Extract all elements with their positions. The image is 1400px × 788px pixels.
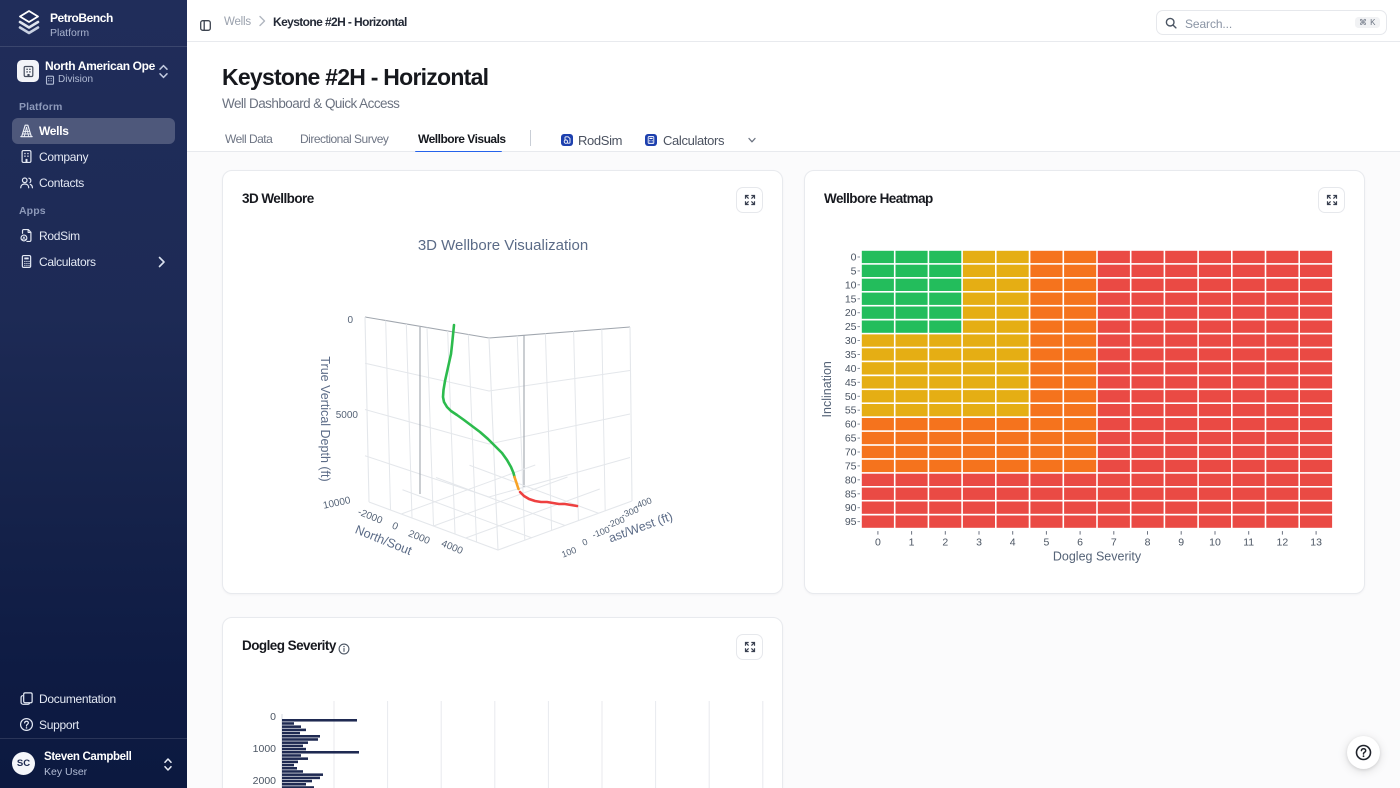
svg-text:0: 0: [390, 521, 400, 533]
svg-text:1: 1: [909, 537, 915, 549]
svg-text:10: 10: [845, 279, 857, 291]
svg-text:13: 13: [1310, 537, 1322, 549]
svg-text:Dogleg Severity: Dogleg Severity: [1053, 550, 1142, 564]
svg-text:65: 65: [845, 433, 857, 445]
svg-text:2: 2: [942, 537, 948, 549]
svg-text:70: 70: [845, 447, 857, 459]
svg-text:1000: 1000: [253, 743, 277, 755]
svg-text:5: 5: [1043, 537, 1049, 549]
svg-text:12: 12: [1277, 537, 1289, 549]
svg-text:11: 11: [1243, 537, 1254, 549]
svg-text:3D Wellbore Visualization: 3D Wellbore Visualization: [418, 237, 588, 254]
svg-text:5: 5: [851, 265, 857, 277]
svg-text:2000: 2000: [253, 775, 277, 787]
svg-text:25: 25: [845, 321, 857, 333]
svg-text:30: 30: [845, 335, 857, 347]
svg-text:Inclination: Inclination: [820, 361, 834, 417]
svg-text:10000: 10000: [322, 495, 352, 512]
svg-text:55: 55: [845, 405, 857, 417]
svg-text:8: 8: [1145, 537, 1151, 549]
svg-text:95: 95: [845, 516, 857, 528]
svg-text:75: 75: [845, 460, 857, 472]
svg-text:50: 50: [845, 391, 857, 403]
svg-text:ast/West (ft): ast/West (ft): [607, 509, 675, 545]
svg-text:5000: 5000: [336, 410, 359, 421]
svg-text:0: 0: [581, 537, 589, 548]
svg-text:80: 80: [845, 474, 857, 486]
svg-text:90: 90: [845, 502, 857, 514]
svg-text:100: 100: [560, 545, 578, 560]
svg-text:4000: 4000: [440, 538, 465, 557]
svg-text:7: 7: [1111, 537, 1117, 549]
svg-text:60: 60: [845, 419, 857, 431]
svg-text:0: 0: [875, 537, 881, 549]
svg-text:10: 10: [1209, 537, 1221, 549]
svg-text:35: 35: [845, 349, 857, 361]
svg-text:0: 0: [270, 711, 276, 723]
svg-text:45: 45: [845, 377, 857, 389]
svg-text:6: 6: [1077, 537, 1083, 549]
svg-text:-400: -400: [633, 495, 653, 511]
svg-text:North/Sout: North/Sout: [353, 523, 414, 559]
svg-text:0: 0: [851, 252, 857, 264]
svg-text:True Vertical Depth (ft): True Vertical Depth (ft): [318, 356, 332, 481]
svg-text:85: 85: [845, 488, 857, 500]
svg-text:40: 40: [845, 363, 857, 375]
svg-text:3: 3: [976, 537, 982, 549]
svg-text:15: 15: [845, 293, 857, 305]
svg-text:9: 9: [1178, 537, 1184, 549]
svg-text:0: 0: [347, 315, 353, 326]
svg-text:20: 20: [845, 307, 857, 319]
svg-text:4: 4: [1010, 537, 1016, 549]
